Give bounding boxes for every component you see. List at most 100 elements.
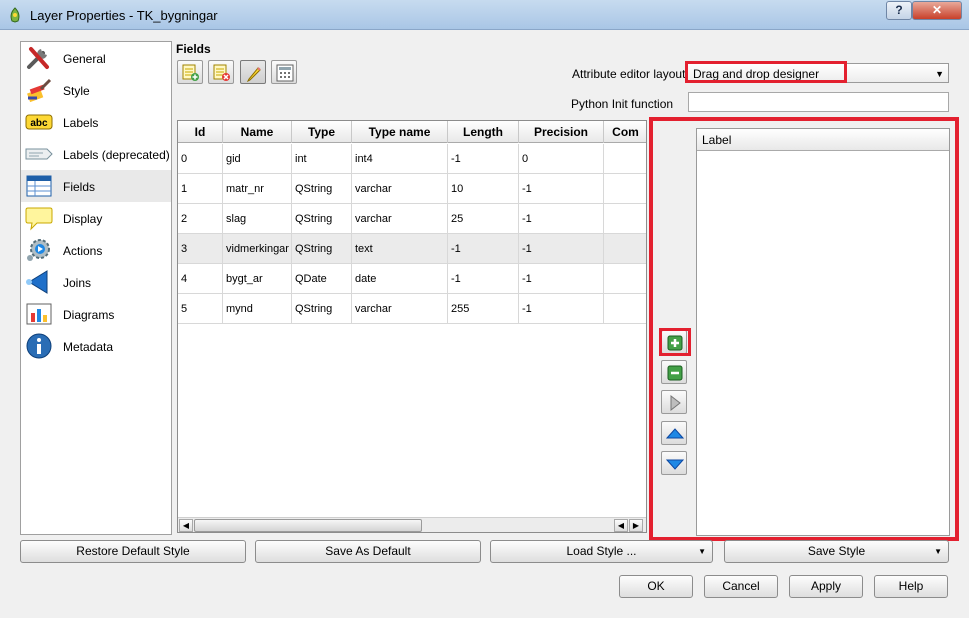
table-icon [26, 175, 52, 197]
table-cell: -1 [519, 204, 604, 234]
table-cell: vidmerkingar [223, 234, 292, 264]
save-as-default-button[interactable]: Save As Default [255, 540, 481, 563]
ok-button[interactable]: OK [619, 575, 693, 598]
delete-field-button[interactable] [208, 60, 234, 84]
title-help-button[interactable]: ? [886, 1, 912, 20]
table-cell: 5 [178, 294, 223, 324]
table-cell: varchar [352, 174, 448, 204]
table-cell: 3 [178, 234, 223, 264]
table-cell: QString [292, 174, 352, 204]
table-cell: date [352, 264, 448, 294]
table-cell: varchar [352, 204, 448, 234]
help-button[interactable]: Help [874, 575, 948, 598]
sidebar-item-label: Labels [63, 116, 99, 130]
close-button[interactable]: ✕ [912, 1, 962, 20]
toggle-editing-button[interactable] [240, 60, 266, 84]
sidebar-item-label: Display [63, 212, 103, 226]
table-row[interactable]: 2 slag QString varchar 25 -1 [178, 204, 646, 234]
sidebar-item-metadata[interactable]: Metadata [21, 330, 171, 362]
button-label: Load Style ... [566, 544, 637, 558]
scroll-thumb[interactable] [194, 519, 422, 532]
minus-icon [667, 365, 683, 381]
apply-button[interactable]: Apply [789, 575, 863, 598]
tree-header-label[interactable]: Label [697, 129, 949, 151]
table-row-highlighted[interactable]: 3 vidmerkingar QString text -1 -1 [178, 234, 646, 264]
move-down-button[interactable] [661, 451, 687, 475]
table-cell: 1 [178, 174, 223, 204]
calculator-icon [276, 64, 294, 82]
table-row[interactable]: 0 gid int int4 -1 0 [178, 144, 646, 174]
table-row[interactable]: 1 matr_nr QString varchar 10 -1 [178, 174, 646, 204]
table-cell [604, 204, 646, 234]
move-up-button[interactable] [661, 421, 687, 445]
sidebar-item-label: Actions [63, 244, 103, 258]
table-cell: gid [223, 144, 292, 174]
horizontal-scrollbar[interactable]: ◀ ◀ ▶ [178, 517, 646, 532]
button-label: OK [647, 579, 665, 593]
fields-table: Id Name Type Type name Length Precision … [177, 120, 647, 533]
annotation-highlight-box [659, 328, 691, 356]
button-label: Cancel [722, 579, 760, 593]
column-header[interactable]: Type name [352, 121, 448, 143]
python-init-label: Python Init function [571, 97, 674, 111]
title-bar: Layer Properties - TK_bygningar ? ✕ [0, 0, 969, 30]
table-cell: 10 [448, 174, 519, 204]
table-cell: -1 [448, 234, 519, 264]
info-icon [26, 333, 52, 359]
sidebar-item-labels[interactable]: abc Labels [21, 106, 171, 138]
table-cell: slag [223, 204, 292, 234]
column-header[interactable]: Precision [519, 121, 604, 143]
arrow-up-icon [666, 428, 684, 439]
column-header[interactable]: Name [223, 121, 292, 143]
move-right-button[interactable] [661, 390, 687, 414]
scroll-left-icon[interactable]: ◀ [614, 519, 628, 532]
restore-default-style-button[interactable]: Restore Default Style [20, 540, 246, 563]
python-init-input[interactable] [688, 92, 949, 112]
column-header[interactable]: Type [292, 121, 352, 143]
column-header[interactable]: Com [604, 121, 646, 143]
button-label: Restore Default Style [76, 544, 190, 558]
sidebar-item-display[interactable]: Display [21, 202, 171, 234]
sidebar-item-label: Diagrams [63, 308, 115, 322]
table-cell: varchar [352, 294, 448, 324]
table-cell: -1 [448, 144, 519, 174]
designer-tree[interactable]: Label [696, 128, 950, 536]
arrow-down-icon [666, 459, 684, 470]
table-cell: QString [292, 234, 352, 264]
table-row[interactable]: 4 bygt_ar QDate date -1 -1 [178, 264, 646, 294]
chart-icon [26, 303, 52, 325]
sidebar-item-style[interactable]: Style [21, 74, 171, 106]
sidebar-item-label: General [63, 52, 106, 66]
column-header[interactable]: Id [178, 121, 223, 143]
field-calculator-button[interactable] [271, 60, 297, 84]
cancel-button[interactable]: Cancel [704, 575, 778, 598]
table-cell: 0 [519, 144, 604, 174]
speech-bubble-icon [25, 207, 53, 231]
table-cell: QDate [292, 264, 352, 294]
sidebar-item-general[interactable]: General [21, 42, 171, 74]
table-cell: 2 [178, 204, 223, 234]
sidebar-item-label: Fields [63, 180, 96, 194]
load-style-button[interactable]: Load Style ... ▼ [490, 540, 713, 563]
sidebar-item-diagrams[interactable]: Diagrams [21, 298, 171, 330]
button-label: Help [898, 579, 924, 593]
table-cell [604, 174, 646, 204]
table-cell: bygt_ar [223, 264, 292, 294]
scroll-right-icon[interactable]: ▶ [629, 519, 643, 532]
table-cell: QString [292, 294, 352, 324]
sidebar-item-labels-deprecated[interactable]: Labels (deprecated) [21, 138, 171, 170]
remove-item-button[interactable] [661, 360, 687, 384]
arrow-right-icon [670, 394, 681, 412]
svg-text:abc: abc [30, 118, 48, 129]
sidebar-item-joins[interactable]: Joins [21, 266, 171, 298]
table-cell: -1 [448, 264, 519, 294]
new-field-button[interactable] [177, 60, 203, 84]
save-style-button[interactable]: Save Style ▼ [724, 540, 949, 563]
sidebar-item-actions[interactable]: Actions [21, 234, 171, 266]
scroll-left-icon[interactable]: ◀ [179, 519, 193, 532]
table-row[interactable]: 5 mynd QString varchar 255 -1 [178, 294, 646, 324]
chevron-down-icon: ▼ [934, 547, 942, 556]
window-title: Layer Properties - TK_bygningar [30, 8, 218, 23]
column-header[interactable]: Length [448, 121, 519, 143]
sidebar-item-fields[interactable]: Fields [21, 170, 171, 202]
